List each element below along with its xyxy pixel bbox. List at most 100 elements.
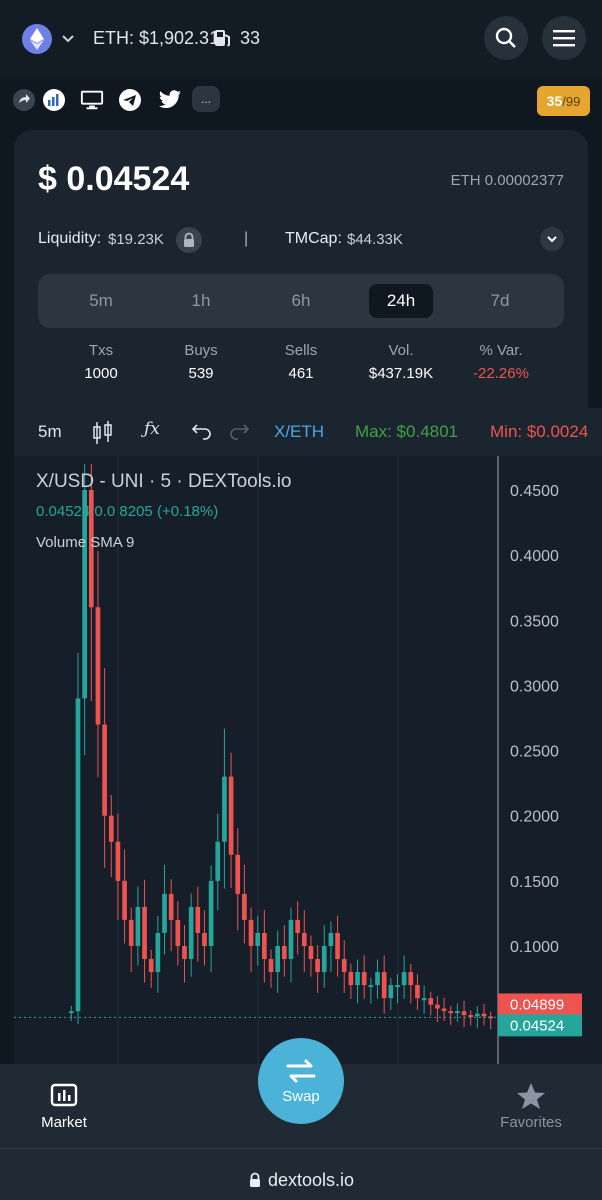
redo-icon[interactable] (228, 420, 250, 447)
candle-body (341, 959, 347, 973)
price-chart[interactable]: 0.4500 0.4000 0.3500 0.3000 0.2500 0.2000 0.15… (14, 456, 602, 1064)
liquidity-label: Liquidity: (38, 230, 102, 247)
candle-body (421, 998, 427, 1001)
candle-body (335, 932, 340, 960)
swap-arrows-icon (286, 1059, 316, 1082)
market-chart-icon (50, 1083, 78, 1107)
swap-button[interactable]: Swap (258, 1038, 344, 1124)
chart-max: Max: $0.4801 (355, 422, 459, 441)
url-text: dextools.io (267, 1170, 355, 1190)
token-price-eth: ETH 0.00002377 (450, 172, 564, 189)
candle-body (395, 985, 400, 988)
stat-label: Buys (184, 342, 218, 359)
candle-body (448, 1011, 454, 1014)
candle-body (122, 880, 127, 920)
more-links-button[interactable]: ... (192, 86, 220, 112)
candle-body (268, 959, 274, 973)
telegram-icon[interactable] (118, 89, 142, 111)
stat-value: 461 (288, 365, 314, 382)
search-button[interactable] (484, 16, 528, 60)
candles-icon[interactable] (92, 420, 114, 451)
last-price-label: 0.04524 (510, 1017, 564, 1034)
candle-body (175, 919, 181, 946)
candle-body (202, 932, 207, 946)
price-chart-canvas[interactable]: 0.4500 0.4000 0.3500 0.3000 0.2500 0.2000 0.15… (14, 456, 602, 1064)
stat-vol: Vol. $437.19K (356, 342, 446, 382)
chevron-down-icon[interactable] (60, 30, 76, 46)
candle-body (82, 490, 87, 699)
candle-body (468, 1015, 474, 1018)
timeframe-5m[interactable]: 5m (69, 284, 133, 318)
candle-body (255, 932, 261, 946)
candle-body (435, 1004, 440, 1009)
timeframe-24h[interactable]: 24h (369, 284, 433, 318)
candle-body (195, 906, 201, 933)
candle-body (408, 972, 414, 986)
candle-body (368, 985, 374, 988)
undo-icon[interactable] (191, 420, 213, 447)
y-tick-label: 0.2000 (510, 809, 559, 826)
candle-body (295, 919, 300, 933)
chart-indicator: Volume SMA 9 (36, 534, 134, 551)
candle-body (148, 959, 154, 973)
menu-button[interactable] (542, 16, 586, 60)
token-price: $ 0.04524 (38, 160, 190, 198)
chart-min: Min: $0.0024 (490, 422, 589, 441)
score-badge: 35/99 (537, 86, 590, 116)
pair-toggle[interactable]: X/ETH (274, 422, 324, 442)
candle-body (461, 1011, 467, 1016)
search-icon (495, 27, 516, 48)
y-tick-label: 0.1000 (510, 939, 559, 956)
candle-body (68, 1011, 74, 1014)
lock-icon[interactable] (176, 227, 202, 253)
prev-price-label: 0.04899 (510, 996, 564, 1013)
score-value: 35 (546, 93, 563, 109)
candle-body (135, 906, 141, 946)
candle-body (441, 1008, 447, 1012)
expand-details-button[interactable] (540, 227, 564, 251)
eth-price: ETH: $1,902.31 (93, 28, 220, 48)
nav-market-label: Market (41, 1114, 87, 1131)
gas-value: 33 (240, 28, 261, 48)
candle-body (108, 815, 114, 842)
chart-interval[interactable]: 5m (38, 422, 62, 442)
swap-label: Swap (282, 1087, 320, 1105)
candle-body (128, 919, 134, 946)
candle-body (308, 946, 314, 960)
stat-buys: Buys 539 (156, 342, 246, 382)
chart-logo-icon[interactable] (42, 89, 66, 111)
score-max: /99 (562, 93, 581, 109)
y-tick-label: 0.3500 (510, 613, 559, 630)
candle-body (375, 972, 380, 986)
candle-body (228, 776, 234, 855)
candle-body (388, 985, 394, 999)
candle-body (155, 932, 161, 973)
twitter-icon[interactable] (158, 89, 182, 111)
candle-body (301, 932, 307, 946)
candle-body (361, 972, 367, 986)
browser-url[interactable]: dextools.io (0, 1170, 602, 1191)
share-icon[interactable] (12, 89, 36, 111)
candle-body (182, 946, 187, 960)
candle-body (288, 919, 294, 960)
candle-body (355, 972, 360, 986)
menu-icon (553, 30, 575, 47)
website-icon[interactable] (80, 89, 104, 111)
candle-body (481, 1013, 487, 1017)
timeframe-7d[interactable]: 7d (468, 284, 532, 318)
timeframe-6h[interactable]: 6h (269, 284, 333, 318)
stat-label: Vol. (388, 342, 414, 359)
candle-body (102, 724, 107, 816)
gas-pump-icon (213, 28, 233, 48)
tmcap-value: $44.33K (347, 231, 403, 248)
star-icon (517, 1083, 545, 1109)
nav-market[interactable]: Market (36, 1082, 92, 1131)
ethereum-icon[interactable] (22, 24, 52, 54)
candle-body (321, 946, 327, 973)
candle-body (275, 946, 281, 973)
indicators-icon[interactable]: ƒx (144, 419, 160, 439)
candle-body (475, 1013, 480, 1017)
timeframe-1h[interactable]: 1h (169, 284, 233, 318)
nav-favorites[interactable]: Favorites (494, 1082, 568, 1131)
candle-body (455, 1011, 460, 1014)
